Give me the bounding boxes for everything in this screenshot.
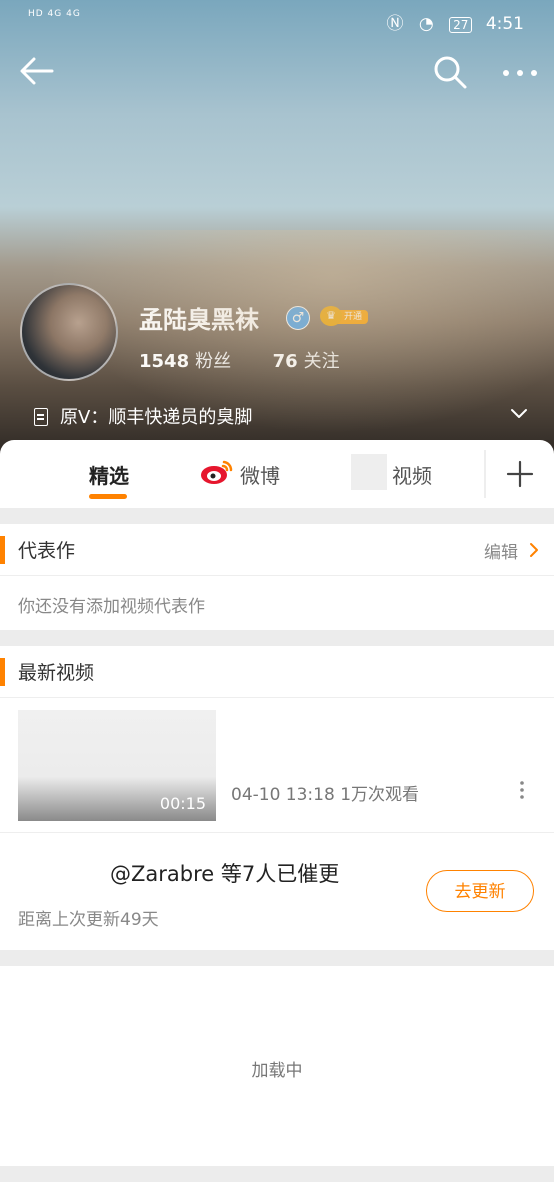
followers-count[interactable]: 1548 [139, 351, 189, 372]
active-tab-indicator [89, 494, 127, 499]
document-icon [34, 408, 48, 426]
latest-videos-title: 最新视频 [18, 662, 95, 684]
weibo-logo-icon [201, 460, 233, 484]
section-accent-bar [0, 658, 5, 686]
loading-text: 加载中 [251, 1061, 303, 1081]
video-duration: 00:15 [159, 794, 206, 813]
masterpiece-section: 代表作 编辑 你还没有添加视频代表作 [0, 524, 554, 630]
go-update-button[interactable]: 去更新 [426, 870, 534, 912]
following-label[interactable]: 关注 [304, 351, 340, 372]
masterpiece-empty-text: 你还没有添加视频代表作 [18, 597, 205, 617]
section-accent-bar [0, 536, 5, 564]
male-gender-icon: ♂ [286, 306, 310, 330]
chevron-down-icon[interactable] [510, 405, 528, 423]
latest-videos-header: 最新视频 [0, 646, 554, 696]
tab-weibo[interactable]: 微博 [240, 460, 280, 489]
following-count[interactable]: 76 [273, 351, 298, 372]
add-tab-icon[interactable] [506, 460, 534, 488]
video-meta: 04-10 13:18 1万次观看 [231, 785, 420, 805]
urge-update-text: @Zarabre 等7人已催更 [110, 862, 340, 886]
tab-separator [484, 450, 486, 498]
vip-open-label: 开通 [336, 310, 369, 324]
profile-bio[interactable]: 原V：顺丰快递员的臭脚 [34, 403, 252, 429]
status-right: Ⓝ ◔ 27 4:51 [386, 9, 524, 34]
followers-label[interactable]: 粉丝 [195, 351, 231, 372]
chevron-right-icon[interactable] [528, 542, 540, 558]
search-icon[interactable] [432, 54, 468, 90]
tab-video[interactable]: 视频 [392, 460, 432, 489]
video-more-icon[interactable] [516, 780, 528, 800]
loading-section: 加载中 [0, 966, 554, 1166]
masterpiece-edit-button[interactable]: 编辑 [484, 538, 518, 563]
divider [0, 697, 554, 698]
masterpiece-header: 代表作 编辑 [0, 524, 554, 574]
signal-indicators: HD 4G 4G [28, 9, 81, 19]
profile-tab-bar: 精选 微博 视频 [0, 440, 554, 508]
nfc-icon: Ⓝ [386, 14, 404, 34]
profile-stats: 1548 粉丝 76 关注 [139, 347, 340, 373]
profile-cover: HD 4G 4G Ⓝ ◔ 27 4:51 孟陆臭黑袜 ♂ 开通 ♛ 1548 粉丝… [0, 0, 554, 460]
avatar[interactable] [20, 283, 118, 381]
profile-name: 孟陆臭黑袜 [139, 306, 259, 334]
divider [0, 832, 554, 833]
last-update-text: 距离上次更新49天 [18, 910, 159, 930]
next-card [0, 1182, 554, 1200]
divider [0, 575, 554, 576]
video-thumbnail[interactable]: 00:15 [18, 710, 216, 821]
crown-icon: ♛ [320, 306, 342, 326]
status-bar: HD 4G 4G Ⓝ ◔ 27 4:51 [0, 0, 554, 38]
bio-text: 原V：顺丰快递员的臭脚 [60, 407, 253, 428]
tab-featured[interactable]: 精选 [89, 460, 129, 489]
clock: 4:51 [485, 14, 524, 34]
masterpiece-title: 代表作 [18, 540, 76, 562]
video-tab-icon [351, 454, 387, 490]
more-options-icon[interactable] [500, 58, 540, 88]
back-arrow-icon[interactable] [18, 52, 56, 90]
battery-icon: 27 [449, 17, 473, 33]
speed-icon: ◔ [418, 14, 434, 34]
